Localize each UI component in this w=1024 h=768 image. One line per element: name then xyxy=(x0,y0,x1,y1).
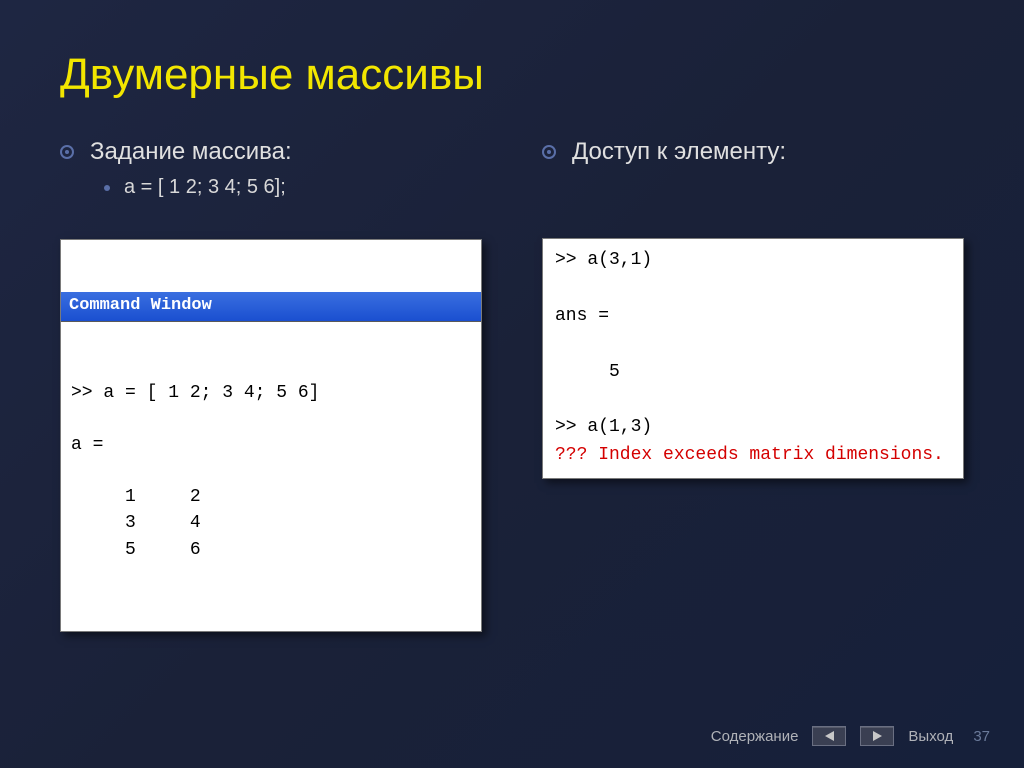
right-column: Доступ к элементу: >> a(3,1) ans = 5 >> … xyxy=(542,138,964,632)
command-window-body: >> a = [ 1 2; 3 4; 5 6] a = 1 2 3 4 5 6 xyxy=(61,374,481,569)
exit-link[interactable]: Выход xyxy=(908,728,953,745)
next-slide-button[interactable] xyxy=(860,726,894,746)
subbullet-text: a = [ 1 2; 3 4; 5 6]; xyxy=(124,176,286,199)
arrow-left-icon xyxy=(825,731,834,741)
slide-title: Двумерные массивы xyxy=(60,50,964,100)
contents-link[interactable]: Содержание xyxy=(711,728,799,745)
bullet-marker-icon xyxy=(542,145,556,159)
output-box: >> a(3,1) ans = 5 >> a(1,3) ??? Index ex… xyxy=(542,238,964,479)
subbullet-array-code: a = [ 1 2; 3 4; 5 6]; xyxy=(104,176,482,199)
bullet-marker-icon xyxy=(60,145,74,159)
command-window-box: Command Window >> a = [ 1 2; 3 4; 5 6] a… xyxy=(60,239,482,632)
bullet-element-access: Доступ к элементу: xyxy=(542,138,964,166)
prev-slide-button[interactable] xyxy=(812,726,846,746)
content-columns: Задание массива: a = [ 1 2; 3 4; 5 6]; C… xyxy=(60,138,964,632)
bullet-text: Доступ к элементу: xyxy=(572,138,786,166)
command-window-titlebar: Command Window xyxy=(61,292,481,322)
bullet-array-definition: Задание массива: xyxy=(60,138,482,166)
page-number: 37 xyxy=(973,728,990,745)
slide-footer: Содержание Выход 37 xyxy=(711,726,990,746)
arrow-right-icon xyxy=(873,731,882,741)
subbullet-marker-icon xyxy=(104,185,110,191)
output-error-line: ??? Index exceeds matrix dimensions. xyxy=(555,445,944,465)
slide: Двумерные массивы Задание массива: a = [… xyxy=(0,0,1024,768)
left-column: Задание массива: a = [ 1 2; 3 4; 5 6]; C… xyxy=(60,138,482,632)
bullet-text: Задание массива: xyxy=(90,138,292,166)
output-code: >> a(3,1) ans = 5 >> a(1,3) xyxy=(555,250,652,437)
